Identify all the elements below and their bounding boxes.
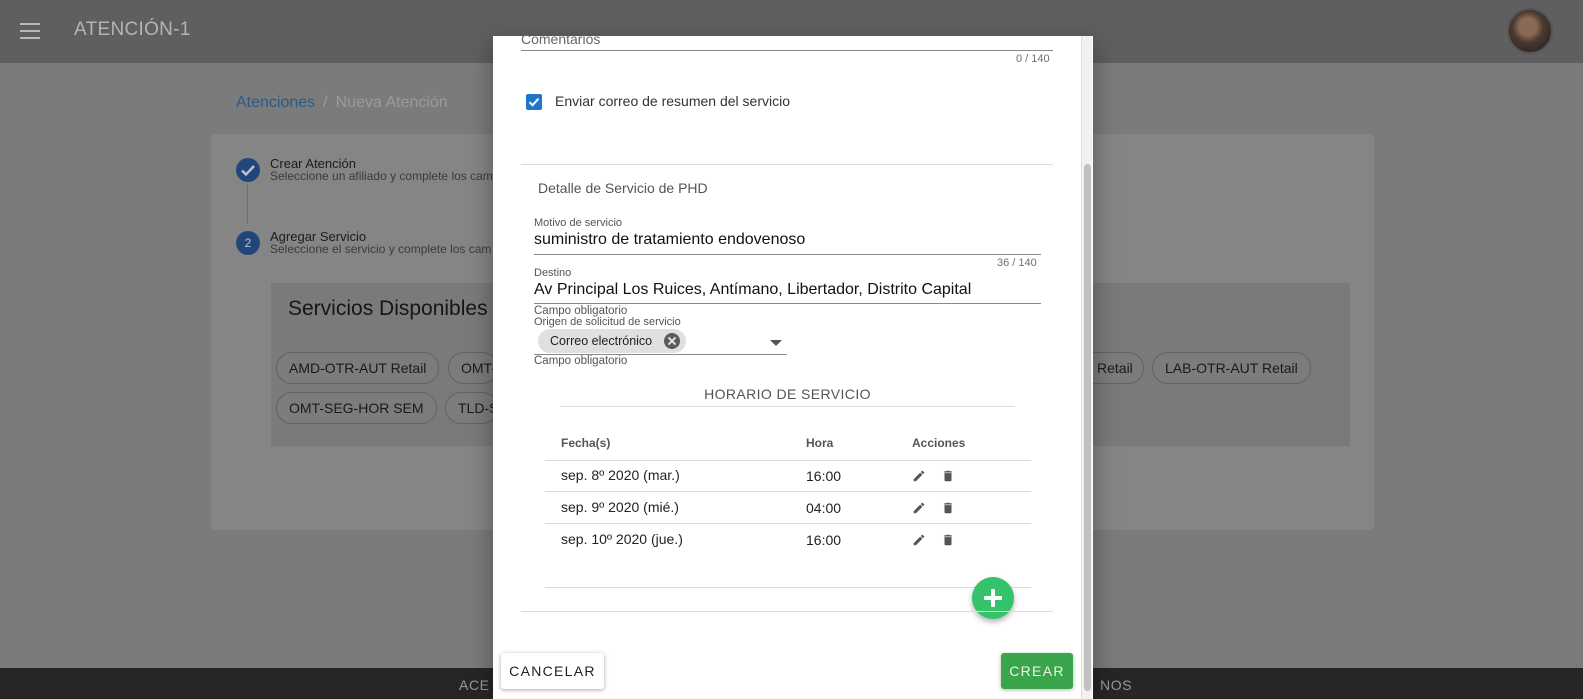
column-header-fecha: Fecha(s) xyxy=(561,436,611,450)
edit-icon[interactable] xyxy=(912,533,926,547)
table-bottom-divider xyxy=(545,587,1031,588)
origen-chip[interactable]: Correo electrónico xyxy=(538,329,687,353)
edit-icon[interactable] xyxy=(912,469,926,483)
breadcrumb-separator: / xyxy=(323,94,328,111)
email-summary-checkbox[interactable] xyxy=(526,94,542,110)
add-icon[interactable] xyxy=(972,577,1014,619)
breadcrumb-link-atenciones[interactable]: Atenciones xyxy=(236,94,315,111)
cancel-button[interactable]: CANCELAR xyxy=(501,653,604,689)
row-time: 16:00 xyxy=(806,532,842,548)
row-date: sep. 9º 2020 (mié.) xyxy=(561,499,679,515)
create-button[interactable]: CREAR xyxy=(1001,653,1073,689)
breadcrumb-current: Nueva Atención xyxy=(335,94,448,111)
schedule-title: HORARIO DE SERVICIO xyxy=(704,386,871,402)
delete-icon[interactable] xyxy=(941,469,955,483)
comments-counter: 0 / 140 xyxy=(1016,53,1050,65)
destino-underline xyxy=(534,303,1041,304)
destino-label: Destino xyxy=(534,267,572,279)
chevron-down-icon[interactable] xyxy=(770,340,782,346)
column-header-hora: Hora xyxy=(806,436,834,450)
dialog-content-divider xyxy=(521,611,1053,612)
edit-icon[interactable] xyxy=(912,501,926,515)
step-done-icon xyxy=(236,158,260,182)
origen-label: Origen de solicitud de servicio xyxy=(534,316,681,328)
motivo-label: Motivo de servicio xyxy=(534,217,623,229)
origen-chip-label: Correo electrónico xyxy=(550,334,653,348)
footer-text-left: ACE xyxy=(459,677,490,693)
close-icon[interactable] xyxy=(664,333,681,349)
app-title: ATENCIÓN-1 xyxy=(74,19,191,40)
row-time: 16:00 xyxy=(806,468,842,484)
service-chip[interactable]: OMT-SEG-HOR SEM xyxy=(276,392,437,424)
row-date: sep. 8º 2020 (mar.) xyxy=(561,467,680,483)
avatar[interactable] xyxy=(1507,8,1553,54)
column-header-acciones: Acciones xyxy=(912,436,966,450)
service-chip[interactable]: OMT- xyxy=(448,352,498,384)
comments-underline[interactable] xyxy=(521,50,1053,51)
table-header-divider xyxy=(545,460,1031,461)
comments-label: Comentarios xyxy=(521,31,601,47)
service-chip[interactable]: TLD-S xyxy=(445,392,498,424)
row-divider xyxy=(545,523,1031,524)
origen-hint: Campo obligatorio xyxy=(534,355,628,367)
service-chip[interactable]: AMD-OTR-AUT Retail xyxy=(276,352,440,384)
motivo-input[interactable]: suministro de tratamiento endovenoso xyxy=(534,231,805,249)
step-connector xyxy=(247,185,248,223)
services-title: Servicios Disponibles xyxy=(288,297,488,320)
row-date: sep. 10º 2020 (jue.) xyxy=(561,531,683,547)
breadcrumb: Atenciones / Nueva Atención xyxy=(236,94,448,112)
footer-text-right: NOS xyxy=(1100,677,1133,693)
schedule-title-divider xyxy=(560,406,1015,407)
check-icon xyxy=(528,98,540,107)
dialog-scrollbar[interactable] xyxy=(1081,36,1092,699)
section-divider xyxy=(521,164,1053,165)
motivo-counter: 36 / 140 xyxy=(997,257,1037,269)
scrollbar-thumb[interactable] xyxy=(1084,164,1091,691)
delete-icon[interactable] xyxy=(941,501,955,515)
motivo-underline xyxy=(534,254,1041,255)
row-divider xyxy=(545,491,1031,492)
menu-icon[interactable] xyxy=(20,23,40,39)
step-number: 2 xyxy=(236,231,260,255)
step-subtitle: Seleccione un afiliado y complete los ca… xyxy=(270,169,493,183)
email-summary-label[interactable]: Enviar correo de resumen del servicio xyxy=(555,93,790,109)
step-subtitle: Seleccione el servicio y complete los ca… xyxy=(270,242,492,256)
delete-icon[interactable] xyxy=(941,533,955,547)
row-time: 04:00 xyxy=(806,500,842,516)
destino-input[interactable]: Av Principal Los Ruices, Antímano, Liber… xyxy=(534,281,971,299)
service-chip[interactable]: LAB-OTR-AUT Retail xyxy=(1152,352,1311,384)
section-title: Detalle de Servicio de PHD xyxy=(538,180,708,196)
